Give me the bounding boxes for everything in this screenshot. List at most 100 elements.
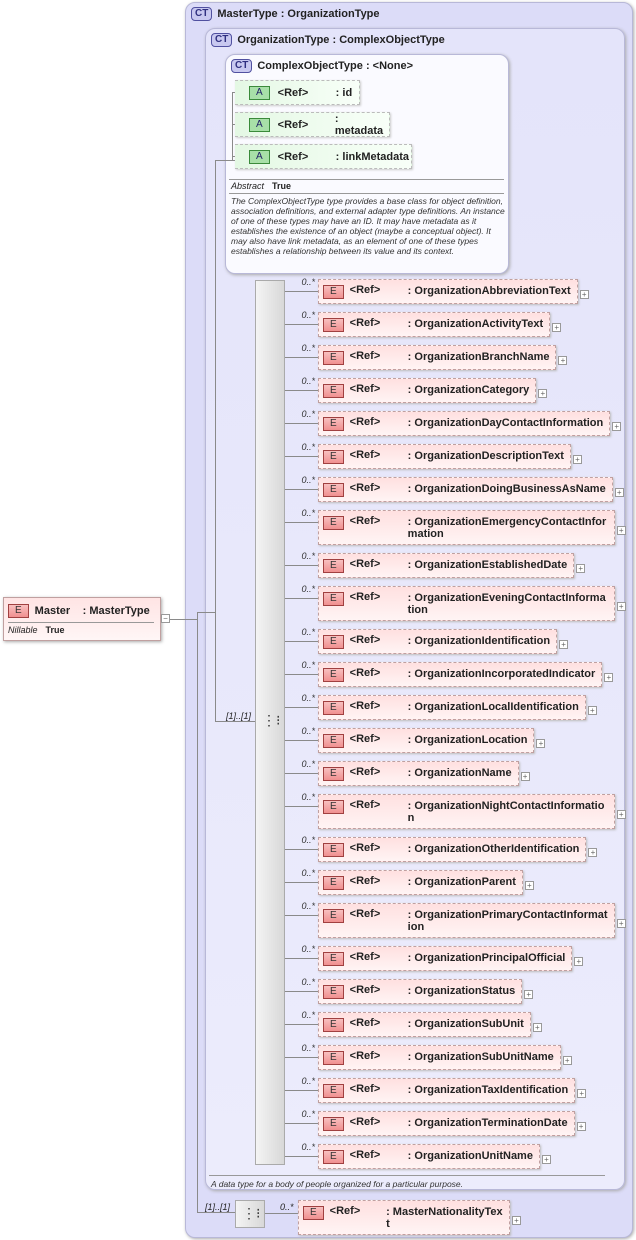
element-name: : OrganizationStatus bbox=[407, 985, 516, 997]
element-organizationparent[interactable]: 0..* E <Ref>: OrganizationParent + bbox=[285, 868, 626, 895]
expand-button[interactable]: + bbox=[577, 1089, 587, 1098]
expand-button[interactable]: + bbox=[536, 739, 546, 748]
element-box[interactable]: E <Ref>: OrganizationIncorporatedIndicato… bbox=[318, 662, 603, 687]
expand-button[interactable]: + bbox=[524, 990, 534, 999]
element-organizationdescriptiontext[interactable]: 0..* E <Ref>: OrganizationDescriptionText… bbox=[285, 442, 626, 469]
element-box[interactable]: E <Ref>: OrganizationIdentification bbox=[318, 629, 558, 654]
expand-button[interactable]: + bbox=[524, 881, 534, 890]
element-box[interactable]: E <Ref>: OrganizationSubUnit bbox=[318, 1012, 531, 1037]
element-box[interactable]: E <Ref>: OrganizationEveningContactInform… bbox=[318, 586, 615, 621]
expand-button[interactable]: + bbox=[579, 290, 589, 299]
element-organizationsubunitname[interactable]: 0..* E <Ref>: OrganizationSubUnitName + bbox=[285, 1043, 626, 1070]
element-organizationterminationdate[interactable]: 0..* E <Ref>: OrganizationTerminationDate… bbox=[285, 1109, 626, 1136]
expand-button[interactable]: + bbox=[587, 706, 597, 715]
element-organizationlocation[interactable]: 0..* E <Ref>: OrganizationLocation + bbox=[285, 726, 626, 753]
element-box[interactable]: E <Ref>: OrganizationOtherIdentification bbox=[318, 837, 587, 862]
connector: 0..* bbox=[285, 693, 318, 719]
element-box[interactable]: E <Ref>: OrganizationDayContactInformatio… bbox=[318, 411, 611, 436]
expand-button[interactable]: + bbox=[538, 389, 548, 398]
element-organizationestablisheddate[interactable]: 0..* E <Ref>: OrganizationEstablishedDate… bbox=[285, 551, 626, 578]
expand-button[interactable]: + bbox=[532, 1023, 542, 1032]
element-box[interactable]: E <Ref>: OrganizationDescriptionText bbox=[318, 444, 571, 469]
element-box[interactable]: E <Ref>: OrganizationStatus bbox=[318, 979, 523, 1004]
element-box[interactable]: E <Ref>: OrganizationPrimaryContactInform… bbox=[318, 903, 615, 938]
element-box[interactable]: E <Ref>: OrganizationParent bbox=[318, 870, 523, 895]
element-organizationtaxidentification[interactable]: 0..* E <Ref>: OrganizationTaxIdentificati… bbox=[285, 1076, 626, 1103]
attribute-metadata[interactable]: A <Ref> : metadata bbox=[235, 112, 390, 137]
expand-button[interactable]: + bbox=[604, 673, 614, 682]
element-organizationprincipalofficial[interactable]: 0..* E <Ref>: OrganizationPrincipalOffici… bbox=[285, 944, 626, 971]
element-name: : OrganizationDayContactInformation bbox=[407, 417, 604, 429]
element-cardinality: 0..* bbox=[301, 1142, 315, 1152]
element-box[interactable]: E <Ref>: OrganizationSubUnitName bbox=[318, 1045, 561, 1070]
element-masternationalitytext[interactable]: E <Ref> : MasterNationalityText + bbox=[298, 1200, 521, 1235]
element-organizationdaycontactinformation[interactable]: 0..* E <Ref>: OrganizationDayContactInfor… bbox=[285, 409, 626, 436]
element-organizationidentification[interactable]: 0..* E <Ref>: OrganizationIdentification … bbox=[285, 627, 626, 654]
expand-button[interactable]: + bbox=[558, 356, 568, 365]
attribute-linkmetadata[interactable]: A <Ref> : linkMetadata bbox=[235, 144, 412, 169]
element-box[interactable]: E <Ref>: OrganizationName bbox=[318, 761, 519, 786]
element-name: : OrganizationBranchName bbox=[407, 351, 550, 363]
expand-button[interactable]: + bbox=[512, 1216, 521, 1225]
expand-button[interactable]: + bbox=[616, 526, 626, 535]
expand-button[interactable]: + bbox=[574, 957, 584, 966]
element-organizationsubunit[interactable]: 0..* E <Ref>: OrganizationSubUnit + bbox=[285, 1010, 626, 1037]
element-organizationincorporatedindicator[interactable]: 0..* E <Ref>: OrganizationIncorporatedInd… bbox=[285, 660, 626, 687]
element-badge-icon: E bbox=[8, 604, 29, 618]
element-name: : OrganizationTerminationDate bbox=[407, 1117, 568, 1129]
element-organizationactivitytext[interactable]: 0..* E <Ref>: OrganizationActivityText + bbox=[285, 310, 626, 337]
element-organizationdoingbusinessasname[interactable]: 0..* E <Ref>: OrganizationDoingBusinessAs… bbox=[285, 475, 626, 502]
element-name: : OrganizationLocation bbox=[407, 734, 528, 746]
element-organizationbranchname[interactable]: 0..* E <Ref>: OrganizationBranchName + bbox=[285, 343, 626, 370]
element-organizationotheridentification[interactable]: 0..* E <Ref>: OrganizationOtherIdentifica… bbox=[285, 835, 626, 862]
element-box[interactable]: E <Ref>: OrganizationBranchName bbox=[318, 345, 557, 370]
expand-button[interactable]: + bbox=[572, 455, 582, 464]
element-name: : OrganizationNightContactInformation bbox=[407, 800, 605, 824]
complex-type-icon: CT bbox=[211, 33, 233, 47]
element-organizationprimarycontactinformation[interactable]: 0..* E <Ref>: OrganizationPrimaryContactI… bbox=[285, 901, 626, 938]
element-organizationnightcontactinformation[interactable]: 0..* E <Ref>: OrganizationNightContactInf… bbox=[285, 792, 626, 829]
connector: 0..* bbox=[285, 409, 318, 435]
expand-button[interactable]: + bbox=[588, 848, 598, 857]
element-box[interactable]: E <Ref>: OrganizationNightContactInformat… bbox=[318, 794, 615, 829]
element-organizationlocalidentification[interactable]: 0..* E <Ref>: OrganizationLocalIdentifica… bbox=[285, 693, 626, 720]
expand-button[interactable]: + bbox=[520, 772, 530, 781]
element-box[interactable]: E <Ref>: OrganizationDoingBusinessAsName bbox=[318, 477, 613, 502]
element-box[interactable]: E <Ref>: OrganizationActivityText bbox=[318, 312, 551, 337]
element-organizationcategory[interactable]: 0..* E <Ref>: OrganizationCategory + bbox=[285, 376, 626, 403]
element-box[interactable]: E <Ref>: OrganizationEstablishedDate bbox=[318, 553, 575, 578]
expand-button[interactable]: + bbox=[616, 919, 626, 928]
element-box[interactable]: E <Ref>: OrganizationCategory bbox=[318, 378, 537, 403]
element-box[interactable]: E <Ref>: OrganizationLocalIdentification bbox=[318, 695, 586, 720]
expand-button[interactable]: + bbox=[616, 810, 626, 819]
element-organizationabbreviationtext[interactable]: 0..* E <Ref>: OrganizationAbbreviationTex… bbox=[285, 277, 626, 304]
expand-button[interactable]: + bbox=[614, 488, 624, 497]
expand-button[interactable]: + bbox=[576, 564, 586, 573]
master-element[interactable]: E Master : MasterType Nillable True bbox=[3, 597, 161, 641]
element-box[interactable]: E <Ref>: OrganizationLocation bbox=[318, 728, 535, 753]
connector: 0..* bbox=[285, 551, 318, 577]
attribute-id[interactable]: A <Ref> : id bbox=[235, 80, 360, 105]
element-box[interactable]: E <Ref>: OrganizationEmergencyContactInfo… bbox=[318, 510, 615, 545]
element-ref: <Ref> bbox=[349, 482, 381, 494]
element-box[interactable]: E <Ref>: OrganizationPrincipalOfficial bbox=[318, 946, 573, 971]
element-box[interactable]: E <Ref>: OrganizationTerminationDate bbox=[318, 1111, 575, 1136]
expand-button[interactable]: + bbox=[562, 1056, 572, 1065]
element-box[interactable]: E <Ref>: OrganizationTaxIdentification bbox=[318, 1078, 576, 1103]
element-organizationname[interactable]: 0..* E <Ref>: OrganizationName + bbox=[285, 759, 626, 786]
expand-button[interactable]: + bbox=[559, 640, 569, 649]
element-box[interactable]: E <Ref>: OrganizationAbbreviationText bbox=[318, 279, 578, 304]
expand-button[interactable]: + bbox=[616, 602, 626, 611]
expand-button[interactable]: + bbox=[541, 1155, 551, 1164]
outer-header: CT MasterType : OrganizationType bbox=[191, 7, 380, 21]
element-organizationunitname[interactable]: 0..* E <Ref>: OrganizationUnitName + bbox=[285, 1142, 626, 1169]
connector: 0..* bbox=[285, 944, 318, 970]
collapse-button[interactable]: − bbox=[161, 614, 170, 623]
element-organizationstatus[interactable]: 0..* E <Ref>: OrganizationStatus + bbox=[285, 977, 626, 1004]
element-organizationeveningcontactinformation[interactable]: 0..* E <Ref>: OrganizationEveningContactI… bbox=[285, 584, 626, 621]
expand-button[interactable]: + bbox=[612, 422, 622, 431]
expand-button[interactable]: + bbox=[576, 1122, 586, 1131]
element-box[interactable]: E <Ref>: OrganizationUnitName bbox=[318, 1144, 540, 1169]
element-organizationemergencycontactinformation[interactable]: 0..* E <Ref>: OrganizationEmergencyContac… bbox=[285, 508, 626, 545]
expand-button[interactable]: + bbox=[552, 323, 562, 332]
